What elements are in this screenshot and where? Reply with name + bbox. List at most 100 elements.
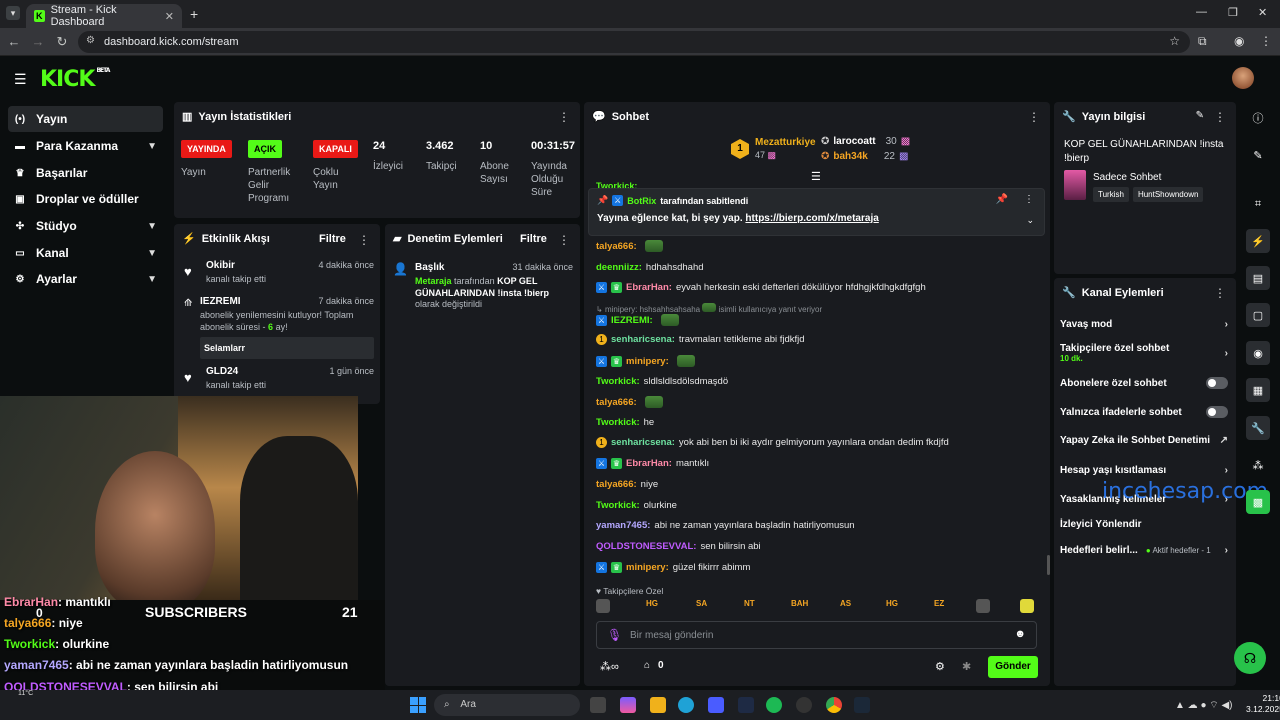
more-icon[interactable]: ⋮ [558,110,570,124]
settings-gear-icon[interactable]: ⚙ [935,660,945,673]
chat-message[interactable]: Tworkick: olurkine [596,500,677,511]
chat-username[interactable]: EbrarHan: [626,282,672,293]
chat-username[interactable]: deenniizz: [596,262,642,273]
broadcast-rail-icon[interactable]: ◉ [1246,341,1270,365]
restore-icon[interactable]: ❐ [1228,6,1238,19]
edit-pencil-icon[interactable]: ✎ [1196,110,1204,121]
chat-username[interactable]: Tworkick: [596,417,640,428]
emote-settings-icon[interactable]: ✱ [962,660,971,673]
collapse-icon[interactable]: ☰ [811,170,821,183]
document-icon[interactable]: ▤ [1246,266,1270,290]
reload-icon[interactable]: ↻ [54,34,70,50]
action-subscribers-only[interactable]: Abonelere özel sohbet [1060,377,1228,389]
chat-username[interactable]: Tworkick: [596,500,640,511]
edge-icon[interactable] [678,697,694,713]
chrome-icon[interactable] [826,697,842,713]
emote-quick-item[interactable]: NT [744,599,755,608]
chat-username[interactable]: minipery: [626,356,669,367]
plugin-icon[interactable]: ▩ [1246,490,1270,514]
chat-username[interactable]: senharicsena: [611,334,675,345]
url-input[interactable]: ⚙ dashboard.kick.com/stream ☆ [78,31,1190,53]
browser-menu-icon[interactable]: ⋮ [1260,34,1272,48]
sidebar-item-droplar[interactable]: ▣ Droplar ve ödüller [8,186,163,212]
sidebar-item-ayarlar[interactable]: ⚙ Ayarlar ▼ [8,266,163,292]
sidebar-item-basarilar[interactable]: ♛ Başarılar [8,160,163,186]
tab-search-icon[interactable]: ▾ [6,6,20,20]
emote-quick-item[interactable] [1020,599,1034,613]
layout-icon[interactable]: ▦ [1246,378,1270,402]
forward-icon[interactable]: → [30,34,46,50]
emote-quick-item[interactable]: HG [886,599,898,608]
more-icon[interactable]: ⋮ [1028,110,1040,124]
obs-icon[interactable] [796,697,812,713]
chevron-down-icon[interactable]: ⌄ [1026,215,1034,226]
chat-message[interactable]: ⚔ IEZREMI: [596,314,679,326]
chat-username[interactable]: EbrarHan: [626,458,672,469]
filter-button[interactable]: Filtre [520,233,547,245]
spotify-icon[interactable] [766,697,782,713]
store-app-icon[interactable] [708,697,724,713]
edit-icon[interactable]: ✎ [1246,143,1270,167]
file-explorer-icon[interactable] [650,697,666,713]
copilot-icon[interactable] [620,697,636,713]
action-goals[interactable]: Hedefleri belirl... ● Aktif hedefler - 1 › [1060,545,1228,556]
back-icon[interactable]: ← [6,34,22,50]
unpin-icon[interactable]: 📌 [996,194,1008,205]
tab-close-icon[interactable]: ✕ [165,10,174,23]
more-icon[interactable]: ⋮ [1214,110,1226,124]
support-chat-icon[interactable]: ☊ [1234,642,1266,674]
browser-tab[interactable]: K Stream - Kick Dashboard ✕ [26,4,182,28]
chat-username[interactable]: IEZREMI: [611,315,653,326]
chat-username[interactable]: talya666: [596,479,637,490]
chat-username[interactable]: yaman7465: [596,520,650,531]
crop-icon[interactable]: ⌗ [1246,192,1270,216]
info-icon[interactable]: ⓘ [1246,106,1270,130]
dots-icon[interactable]: ⁂ [1246,453,1270,477]
microphone-icon[interactable]: 🎙 [607,628,622,642]
chat-username[interactable]: minipery: [626,562,669,573]
profile-icon[interactable]: ◉ [1234,34,1244,48]
chat-input[interactable]: 🎙 Bir mesaj gönderin ☻ [596,621,1037,649]
minimize-icon[interactable]: — [1196,6,1207,18]
bookmark-star-icon[interactable]: ☆ [1169,34,1180,48]
chat-username[interactable]: talya666: [596,241,637,252]
action-followers-only[interactable]: Takipçilere özel sohbet 10 dk. › [1060,343,1228,363]
taskbar-clock[interactable]: 21:103.12.2025 [1246,693,1280,715]
more-icon[interactable]: ⋮ [358,233,370,247]
chat-username[interactable]: talya666: [596,397,637,408]
user-avatar[interactable] [1232,67,1254,89]
task-view-icon[interactable] [590,697,606,713]
taskbar-search[interactable]: ⌕ Ara [434,694,580,716]
points-icon[interactable]: ⁂∞ [600,660,619,673]
chat-message[interactable]: ⚔ ♛ minipery: [596,355,695,367]
chat-message[interactable]: Tworkick: sldlsldlsdölsdmaşdö [596,376,728,387]
action-slow-mode[interactable]: Yavaş mod › [1060,319,1228,330]
chat-message[interactable]: ⚔ ♛ minipery: güzel fikirrr abimm [596,562,750,573]
send-button[interactable]: Gönder [988,656,1038,678]
emote-quick-item[interactable] [976,599,990,613]
sidebar-item-studyo[interactable]: ✣ Stüdyo ▼ [8,213,163,239]
chat-scrollbar[interactable] [1047,555,1050,575]
hamburger-menu-icon[interactable]: ☰ [14,71,27,88]
chat-username[interactable]: Tworkick: [596,376,640,387]
action-ai-moderation[interactable]: Yapay Zeka ile Sohbet Denetimi ↗ [1060,435,1228,446]
more-icon[interactable]: ⋮ [1024,194,1034,205]
sidebar-item-para-kazanma[interactable]: ▬ Para Kazanma ▼ [8,133,163,159]
bolt-icon[interactable]: ⚡ [1246,229,1270,253]
app-icon[interactable] [738,697,754,713]
action-account-age[interactable]: Hesap yaşı kısıtlaması › [1060,465,1228,476]
chat-message[interactable]: ⚔ ♛ EbrarHan: eyvah herkesin eski defterler… [596,282,926,293]
extensions-icon[interactable]: ⧉ [1198,34,1207,49]
chat-message[interactable]: talya666: [596,396,663,408]
action-emotes-only[interactable]: Yalnızca ifadelerle sohbet [1060,406,1228,418]
chat-message[interactable]: ⚔ ♛ EbrarHan: mantıklı [596,458,709,469]
emote-quick-item[interactable] [596,599,610,613]
new-tab-icon[interactable]: + [190,6,198,22]
emoji-icon[interactable]: ☻ [1014,628,1026,640]
chat-username[interactable]: senharicsena: [611,437,675,448]
chat-username[interactable]: QOLDSTONESEVVAL: [596,541,696,552]
chat-message[interactable]: Tworkick: he [596,417,654,428]
site-info-icon[interactable]: ⚙ [86,35,95,46]
sidebar-item-kanal[interactable]: ▭ Kanal ▼ [8,240,163,266]
chat-message[interactable]: talya666: niye [596,479,658,490]
